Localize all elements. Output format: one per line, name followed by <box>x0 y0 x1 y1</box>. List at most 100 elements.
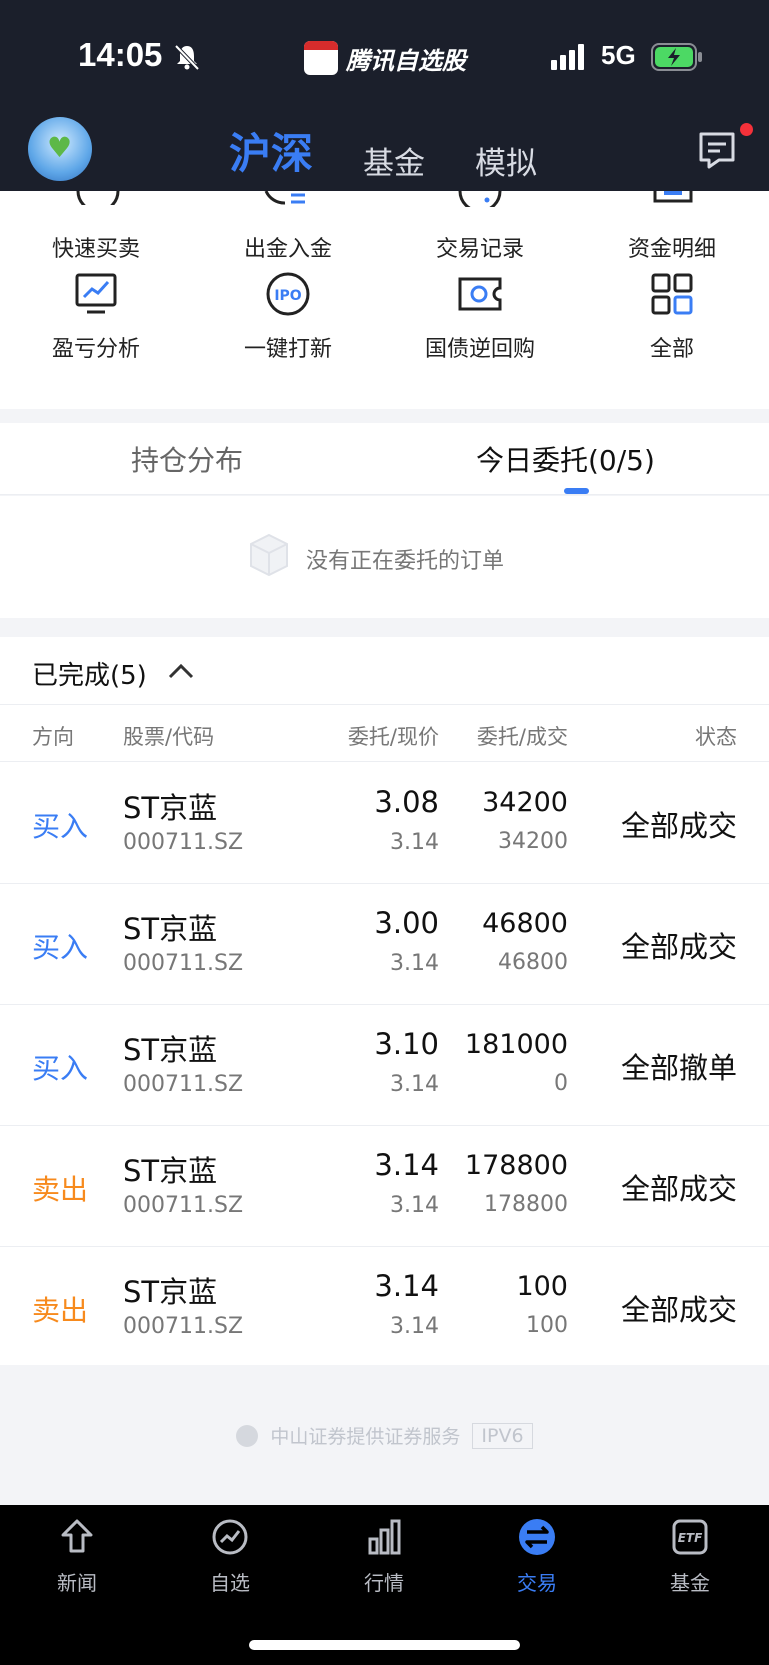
bond-repo-label: 国债逆回购 <box>424 337 535 362</box>
etf-icon: ETF <box>672 1519 708 1555</box>
table-header: 方向 股票/代码 委托/现价 委托/成交 状态 <box>0 704 769 762</box>
row-direction: 卖出 <box>32 1173 89 1206</box>
watchlist-icon <box>212 1519 248 1555</box>
transfer-icon <box>264 191 305 205</box>
fund-detail-icon <box>653 191 693 203</box>
row-filled-qty: 34200 <box>498 829 568 854</box>
completed-title[interactable]: 已完成(5) <box>32 655 147 692</box>
fund-detail-button[interactable]: 资金明细 <box>592 221 752 263</box>
row-stock-code: 000711.SZ <box>123 951 244 976</box>
status-bar: 14:05 腾讯自选股 5G <box>0 0 769 112</box>
tabbar-news-label: 新闻 <box>57 1571 97 1595</box>
tabbar-market[interactable]: 行情 <box>334 1517 434 1596</box>
grid-icon <box>651 273 693 315</box>
col-stock: 股票/代码 <box>123 725 215 749</box>
quick-trade-button[interactable]: 快速买卖 <box>16 221 176 263</box>
network-type: 5G <box>601 40 636 70</box>
bond-repo-icon <box>458 277 502 311</box>
row-status: 全部成交 <box>620 1293 737 1327</box>
row-stock-code: 000711.SZ <box>123 1072 244 1097</box>
home-indicator[interactable] <box>249 1640 520 1650</box>
row-order-qty: 178800 <box>464 1150 568 1181</box>
tab-holding[interactable]: 持仓分布 <box>131 439 243 479</box>
message-icon[interactable] <box>697 131 737 169</box>
row-current-price: 3.14 <box>390 1072 439 1097</box>
row-current-price: 3.14 <box>390 1193 439 1218</box>
row-filled-qty: 100 <box>526 1313 568 1338</box>
row-direction: 买入 <box>32 1052 89 1085</box>
quick-actions-panel: 快速买卖 出金入金 交易记录 资金明细 盈亏分析 IPO 一键打新 国债逆回购 <box>0 191 769 409</box>
row-stock-name: ST京蓝 <box>123 1275 218 1309</box>
transfer-button[interactable]: 出金入金 <box>208 221 368 263</box>
app-logo-icon <box>304 41 338 75</box>
row-stock-code: 000711.SZ <box>123 830 244 855</box>
chevron-up-icon[interactable] <box>168 663 194 679</box>
table-row[interactable]: 买入 ST京蓝 000711.SZ 3.10 3.14 181000 0 全部撤… <box>0 1005 769 1126</box>
table-row[interactable]: 卖出 ST京蓝 000711.SZ 3.14 3.14 178800 17880… <box>0 1126 769 1247</box>
row-status: 全部成交 <box>620 930 737 964</box>
tab-hushen[interactable]: 沪深 <box>229 120 313 181</box>
row-order-price: 3.14 <box>374 1269 439 1303</box>
row-filled-qty: 178800 <box>484 1192 568 1217</box>
history-label: 交易记录 <box>435 237 524 262</box>
tabbar-news[interactable]: 新闻 <box>27 1517 127 1596</box>
tab-simulation[interactable]: 模拟 <box>475 138 537 183</box>
notification-dot <box>740 123 753 136</box>
row-current-price: 3.14 <box>390 1314 439 1339</box>
row-order-price: 3.00 <box>374 906 439 940</box>
table-row[interactable]: 买入 ST京蓝 000711.SZ 3.08 3.14 34200 34200 … <box>0 763 769 884</box>
row-stock-name: ST京蓝 <box>123 1033 218 1067</box>
tabbar-fund[interactable]: ETF 基金 <box>640 1517 740 1596</box>
broker-logo-icon <box>236 1424 259 1447</box>
carrier-app: 腾讯自选股 <box>304 40 466 76</box>
tabbar-trade[interactable]: 交易 <box>487 1517 587 1596</box>
col-price: 委托/现价 <box>347 725 439 749</box>
ipo-label: 一键打新 <box>243 337 332 362</box>
trade-icon <box>519 1519 555 1555</box>
svg-text:ETF: ETF <box>678 1531 703 1545</box>
broker-footer: 中山证券提供证券服务 IPV6 <box>0 1422 769 1451</box>
profit-analysis-label: 盈亏分析 <box>51 337 140 362</box>
completed-orders: 已完成(5) 方向 股票/代码 委托/现价 委托/成交 状态 买入 ST京蓝 0… <box>0 637 769 1365</box>
row-stock-name: ST京蓝 <box>123 791 218 825</box>
row-order-price: 3.14 <box>374 1148 439 1182</box>
row-filled-qty: 46800 <box>498 950 568 975</box>
empty-box-icon <box>250 533 288 577</box>
ipv6-badge: IPV6 <box>472 1422 533 1449</box>
news-icon <box>61 1519 93 1553</box>
table-row[interactable]: 买入 ST京蓝 000711.SZ 3.00 3.14 46800 46800 … <box>0 884 769 1005</box>
tab-fund[interactable]: 基金 <box>363 138 425 183</box>
tab-indicator <box>564 488 589 494</box>
col-status: 状态 <box>695 725 737 749</box>
signal-icon <box>551 44 584 70</box>
table-row[interactable]: 卖出 ST京蓝 000711.SZ 3.14 3.14 100 100 全部成交 <box>0 1247 769 1368</box>
row-stock-code: 000711.SZ <box>123 1193 244 1218</box>
ipo-icon: IPO <box>266 272 310 316</box>
ipo-button[interactable]: IPO 一键打新 <box>208 271 368 363</box>
top-header: 14:05 腾讯自选股 5G 沪深 基金 模拟 <box>0 0 769 191</box>
all-actions-button[interactable]: 全部 <box>592 271 752 363</box>
all-actions-label: 全部 <box>649 337 694 362</box>
row-direction: 买入 <box>32 931 89 964</box>
tabbar-fund-label: 基金 <box>670 1571 710 1595</box>
tab-today-orders[interactable]: 今日委托(0/5) <box>476 439 655 479</box>
profit-analysis-button[interactable]: 盈亏分析 <box>16 271 176 363</box>
battery-icon <box>651 43 702 71</box>
row-direction: 卖出 <box>32 1294 89 1327</box>
row-order-price: 3.08 <box>374 785 439 819</box>
row-order-qty: 181000 <box>464 1029 568 1060</box>
bond-repo-button[interactable]: 国债逆回购 <box>400 271 560 363</box>
broker-text: 中山证券提供证券服务 <box>270 1426 461 1448</box>
row-order-qty: 46800 <box>482 908 568 939</box>
tabbar-watchlist[interactable]: 自选 <box>180 1517 280 1596</box>
quick-trade-label: 快速买卖 <box>51 237 140 262</box>
mute-bell-icon <box>174 44 200 71</box>
row-filled-qty: 0 <box>554 1071 568 1096</box>
fund-detail-label: 资金明细 <box>627 237 716 262</box>
market-nav: 沪深 基金 模拟 <box>0 120 769 183</box>
history-button[interactable]: 交易记录 <box>400 221 560 263</box>
row-order-price: 3.10 <box>374 1027 439 1061</box>
row-status: 全部成交 <box>620 1172 737 1206</box>
row-status: 全部成交 <box>620 809 737 843</box>
row-current-price: 3.14 <box>390 830 439 855</box>
